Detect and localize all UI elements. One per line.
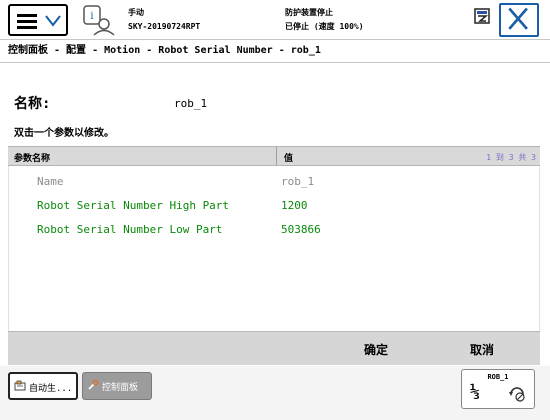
task-label: 自动生... — [29, 384, 73, 394]
guard-status: 防护装置停止 — [285, 8, 333, 17]
page-indicator: 1 到 3 共 3 — [486, 153, 536, 162]
param-value: 503866 — [281, 223, 321, 236]
command-bar: 确定 取消 — [8, 331, 540, 365]
param-value: rob_1 — [281, 175, 315, 188]
breadcrumb: 控制面板 - 配置 - Motion - Robot Serial Number… — [8, 45, 321, 56]
param-name: Robot Serial Number High Part — [37, 199, 230, 212]
run-status: 已停止 (速度 100%) — [285, 22, 364, 31]
status-left: 手动 SKY-20190724RPT — [128, 6, 200, 34]
quickset-mechunit: ROB_1 — [487, 373, 509, 381]
chevron-down-icon — [45, 15, 61, 27]
task-control-panel[interactable]: 控制面板 — [82, 372, 152, 400]
close-button[interactable] — [499, 3, 539, 37]
column-header-value: 值 — [284, 154, 294, 164]
close-icon — [508, 7, 528, 30]
operating-mode: 手动 — [128, 8, 144, 17]
instance-name-value: rob_1 — [174, 97, 208, 110]
divider — [0, 62, 550, 63]
instruction-text: 双击一个参数以修改。 — [14, 128, 114, 139]
main-menu-button[interactable] — [8, 4, 68, 36]
task-bar: 自动生... 控制面板 ROB_1 ⅓ — [0, 366, 550, 420]
cancel-button[interactable]: 取消 — [470, 341, 494, 358]
column-header-name: 参数名称 — [14, 154, 51, 164]
wrench-icon — [88, 379, 99, 390]
quickset-speed: ⅓ — [470, 382, 480, 401]
column-separator — [276, 147, 277, 165]
event-log-icon[interactable]: i — [80, 4, 116, 36]
param-name: Robot Serial Number Low Part — [37, 223, 223, 236]
ok-button[interactable]: 确定 — [364, 341, 388, 358]
top-bar: i 手动 SKY-20190724RPT 防护装置停止 已停止 (速度 100%… — [0, 0, 550, 40]
quickset-button[interactable]: ROB_1 ⅓ — [461, 369, 535, 409]
table-row[interactable]: Name rob_1 — [9, 170, 539, 194]
table-row[interactable]: Robot Serial Number Low Part 503866 — [9, 218, 539, 242]
auto-production-icon — [14, 380, 26, 391]
svg-text:i: i — [90, 11, 93, 22]
table-header: 参数名称 值 1 到 3 共 3 — [8, 146, 540, 166]
program-status-icon — [474, 8, 490, 24]
status-right: 防护装置停止 已停止 (速度 100%) — [285, 6, 364, 34]
parameter-table: Name rob_1 Robot Serial Number High Part… — [8, 166, 540, 331]
table-row[interactable]: Robot Serial Number High Part 1200 — [9, 194, 539, 218]
instance-name-label: 名称: — [14, 96, 51, 112]
task-label: 控制面板 — [102, 383, 139, 393]
param-value: 1200 — [281, 199, 308, 212]
task-auto-production[interactable]: 自动生... — [8, 372, 78, 400]
hamburger-icon — [17, 14, 37, 29]
param-name: Name — [37, 175, 64, 188]
system-name: SKY-20190724RPT — [128, 22, 201, 31]
run-mode-icon — [509, 387, 525, 402]
